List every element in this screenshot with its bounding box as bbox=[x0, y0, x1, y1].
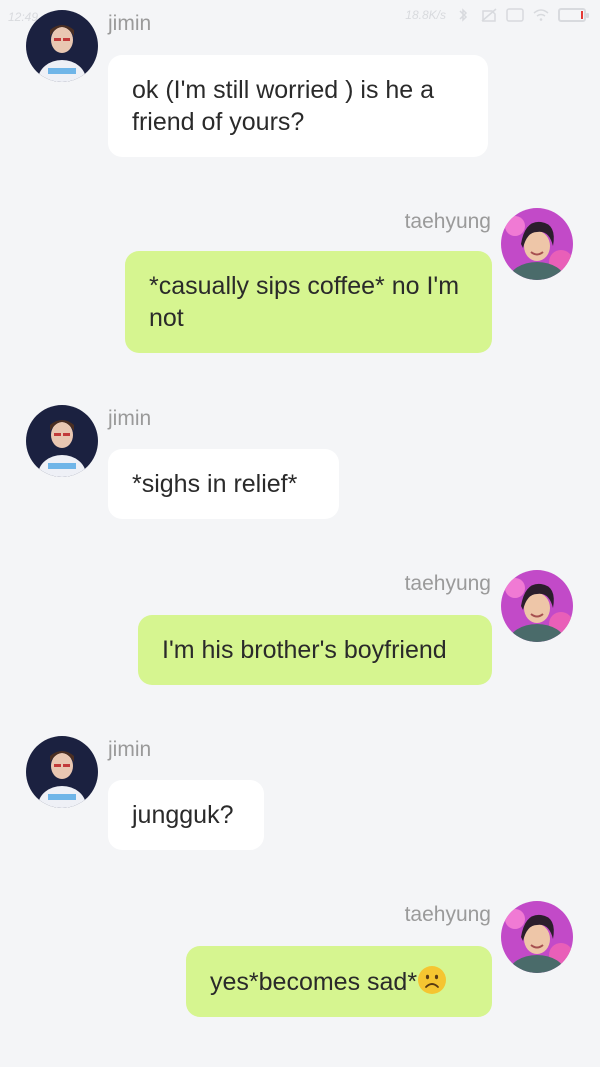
sender-name: taehyung bbox=[404, 572, 491, 595]
message-bubble-outgoing[interactable]: *casually sips coffee* no I'm not bbox=[125, 251, 492, 353]
avatar-jimin[interactable] bbox=[26, 405, 98, 477]
avatar-jimin[interactable] bbox=[26, 10, 98, 82]
avatar-taehyung[interactable] bbox=[501, 570, 573, 642]
sender-name: jimin bbox=[108, 407, 152, 430]
sender-name: jimin bbox=[108, 738, 152, 761]
message-bubble-incoming[interactable]: jungguk? bbox=[108, 780, 264, 850]
sender-name: taehyung bbox=[404, 210, 491, 233]
message-bubble-outgoing[interactable]: I'm his brother's boyfriend bbox=[138, 615, 492, 685]
message-row: jimin jungguk? bbox=[0, 736, 600, 856]
message-row: jimin *sighs in relief* bbox=[0, 405, 600, 525]
avatar-taehyung[interactable] bbox=[501, 208, 573, 280]
message-bubble-outgoing[interactable]: yes*becomes sad* bbox=[186, 946, 492, 1017]
message-row: taehyung I'm his brother's boyfriend bbox=[0, 570, 600, 690]
message-text: yes*becomes sad* bbox=[210, 968, 418, 996]
avatar-taehyung[interactable] bbox=[501, 901, 573, 973]
message-bubble-incoming[interactable]: ok (I'm still worried ) is he a friend o… bbox=[108, 55, 488, 157]
message-row: taehyung yes*becomes sad* bbox=[0, 901, 600, 1021]
sender-name: jimin bbox=[108, 12, 152, 35]
message-row: jimin ok (I'm still worried ) is he a fr… bbox=[0, 10, 600, 160]
avatar-jimin[interactable] bbox=[26, 736, 98, 808]
message-bubble-incoming[interactable]: *sighs in relief* bbox=[108, 449, 339, 519]
sender-name: taehyung bbox=[404, 903, 491, 926]
worried-face-emoji-icon bbox=[418, 966, 447, 994]
message-row: taehyung *casually sips coffee* no I'm n… bbox=[0, 208, 600, 358]
